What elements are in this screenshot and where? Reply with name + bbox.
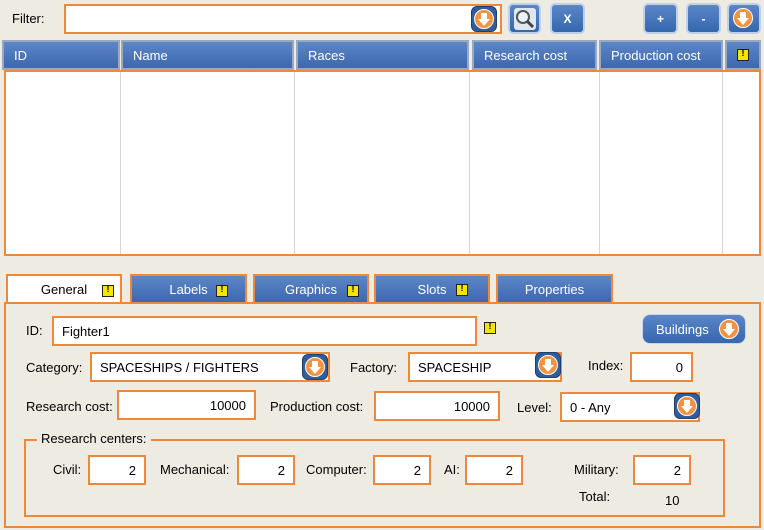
research-cost-field[interactable]: 10000: [117, 390, 256, 420]
options-dropdown-button[interactable]: [727, 3, 761, 34]
dropdown-arrow-icon: [303, 355, 327, 379]
warning-icon: [347, 284, 359, 297]
mechanical-field[interactable]: 2: [237, 455, 295, 485]
column-divider: [722, 72, 723, 254]
remove-button[interactable]: -: [686, 3, 721, 34]
column-header-name[interactable]: Name: [121, 40, 294, 70]
total-value: 10: [665, 493, 680, 508]
warning-icon: [102, 284, 114, 297]
category-dropdown-button[interactable]: [302, 354, 328, 380]
warning-icon: [484, 321, 496, 334]
mechanical-label: Mechanical:: [160, 462, 230, 477]
tab-labels[interactable]: Labels: [130, 274, 247, 304]
column-header-research-cost[interactable]: Research cost: [472, 40, 597, 70]
dropdown-arrow-icon: [731, 6, 755, 30]
computer-field[interactable]: 2: [373, 455, 431, 485]
filter-dropdown-button[interactable]: [471, 6, 497, 32]
category-value: SPACESHIPS / FIGHTERS: [100, 360, 259, 375]
warning-icon: [216, 284, 228, 297]
tab-graphics-label: Graphics: [284, 282, 338, 297]
military-label: Military:: [574, 462, 619, 477]
filter-label: Filter:: [12, 11, 45, 26]
research-centers-legend: Research centers:: [37, 431, 151, 446]
level-dropdown-button[interactable]: [674, 393, 700, 419]
column-header-warning[interactable]: [725, 40, 761, 70]
level-label: Level:: [517, 400, 552, 415]
tab-properties[interactable]: Properties: [496, 274, 613, 304]
factory-label: Factory:: [350, 360, 397, 375]
tab-slots[interactable]: Slots: [374, 274, 490, 304]
factory-dropdown-button[interactable]: [535, 352, 561, 378]
add-button[interactable]: +: [643, 3, 678, 34]
research-cost-label: Research cost:: [26, 399, 113, 414]
tab-general[interactable]: General: [6, 274, 122, 304]
tab-labels-label: Labels: [169, 282, 208, 297]
dropdown-arrow-icon: [536, 353, 560, 377]
search-button[interactable]: [508, 3, 541, 34]
clear-filter-button[interactable]: X: [550, 3, 585, 34]
category-label: Category:: [26, 360, 83, 375]
index-label: Index:: [588, 358, 624, 373]
military-field[interactable]: 2: [633, 455, 691, 485]
production-cost-label: Production cost:: [270, 399, 364, 414]
id-field[interactable]: Fighter1: [52, 316, 477, 346]
ai-label: AI:: [444, 462, 460, 477]
warning-icon: [456, 283, 468, 296]
column-header-production-cost[interactable]: Production cost: [599, 40, 723, 70]
buildings-button[interactable]: Buildings: [642, 314, 746, 344]
buildings-button-label: Buildings: [656, 322, 709, 337]
dropdown-arrow-icon: [472, 7, 496, 31]
column-divider: [469, 72, 470, 254]
civil-field[interactable]: 2: [88, 455, 146, 485]
column-header-id[interactable]: ID: [2, 40, 120, 70]
column-divider: [294, 72, 295, 254]
search-icon: [513, 8, 536, 30]
tab-general-label: General: [40, 282, 88, 297]
category-select[interactable]: SPACESHIPS / FIGHTERS: [90, 352, 330, 382]
dropdown-arrow-icon: [675, 394, 699, 418]
production-cost-field[interactable]: 10000: [374, 391, 500, 421]
items-table-body[interactable]: [4, 70, 761, 256]
civil-label: Civil:: [53, 462, 82, 477]
tab-slots-label: Slots: [417, 282, 447, 297]
level-value: 0 - Any: [570, 400, 611, 415]
factory-value: SPACESHIP: [418, 360, 492, 375]
filter-input[interactable]: [64, 4, 502, 34]
ai-field[interactable]: 2: [465, 455, 523, 485]
tab-properties-label: Properties: [524, 282, 585, 297]
column-divider: [599, 72, 600, 254]
column-divider: [120, 72, 121, 254]
column-header-races[interactable]: Races: [296, 40, 469, 70]
id-label: ID:: [26, 323, 43, 338]
dropdown-arrow-icon: [717, 317, 741, 341]
index-field[interactable]: 0: [630, 352, 693, 382]
total-label: Total:: [579, 489, 611, 504]
computer-label: Computer:: [306, 462, 367, 477]
tab-graphics[interactable]: Graphics: [253, 274, 369, 304]
warning-icon: [737, 48, 749, 61]
